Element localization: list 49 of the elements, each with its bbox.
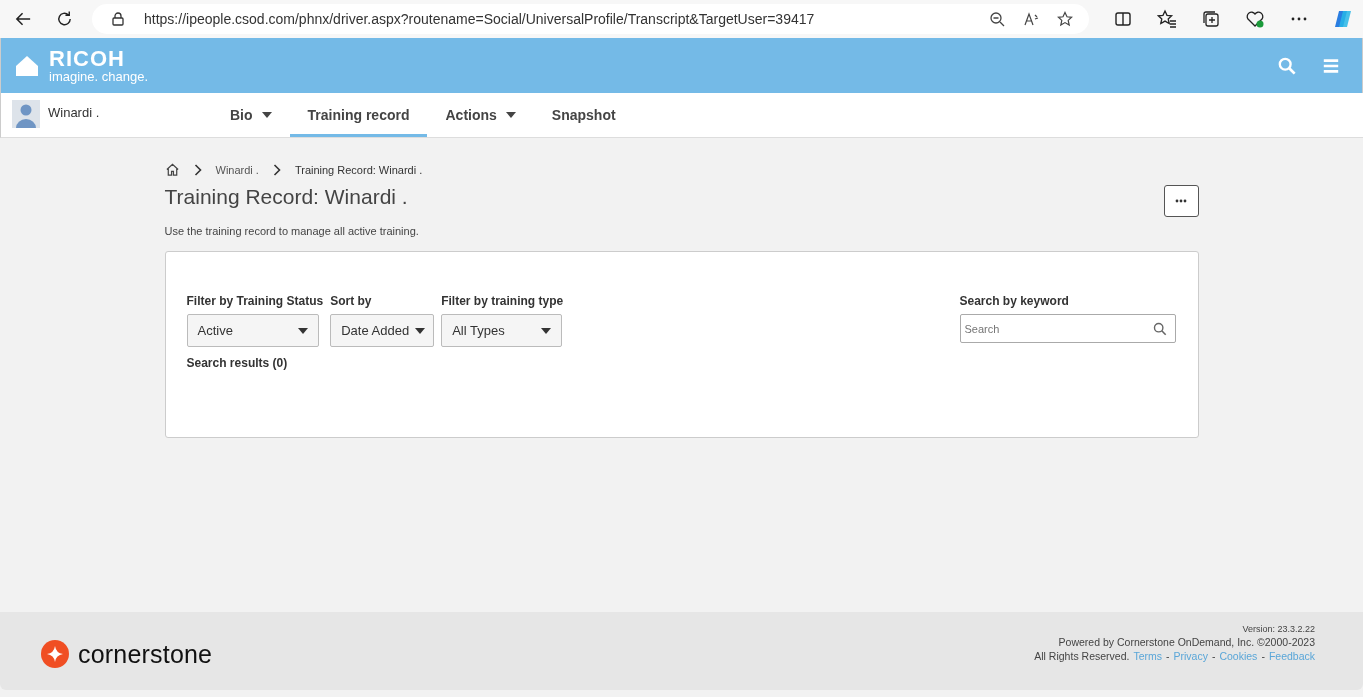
- filter-label: Sort by: [330, 294, 373, 308]
- breadcrumb-link[interactable]: Training Record: Winardi .: [294, 163, 423, 176]
- filter-label: Filter by Training Status: [186, 294, 324, 308]
- link-separator: -: [1261, 650, 1265, 662]
- dropdown-select[interactable]: All Types: [441, 314, 563, 347]
- address-bar[interactable]: https://ipeople.csod.com/phnx/driver.aspx?routename=Social/UniversalProfile/Transcript&TargetUser=39417: [92, 4, 1089, 34]
- page-description: Use the training record to manage all active training.: [164, 225, 420, 237]
- search-field[interactable]: Search: [959, 314, 1176, 343]
- brand-name: cornerstone: [78, 639, 213, 669]
- copilot-icon[interactable]: [1333, 9, 1353, 29]
- breadcrumb-link[interactable]: Winardi .: [215, 163, 259, 176]
- link-separator: -: [1166, 650, 1170, 662]
- health-icon[interactable]: [1245, 9, 1265, 29]
- dropdown-select[interactable]: Date Added: [330, 314, 435, 347]
- filter-label: Filter by training type: [441, 294, 564, 308]
- split-screen-icon[interactable]: [1113, 9, 1133, 29]
- more-options-button[interactable]: [1163, 185, 1199, 217]
- chevron-icon: [272, 163, 281, 176]
- cornerstone-logo-icon: [41, 640, 69, 668]
- chevron-icon: [193, 163, 202, 176]
- ellipsis-icon: [1175, 199, 1187, 203]
- home-icon[interactable]: [164, 162, 180, 177]
- search-results-count: Search results (0): [186, 356, 288, 370]
- url-text: https://ipeople.csod.com/phnx/driver.aspx?routename=Social/UniversalProfile/Transcript&TargetUser=39417: [144, 11, 816, 27]
- nav-tab[interactable]: Actions: [427, 96, 534, 137]
- search-icon[interactable]: [1152, 322, 1167, 336]
- collections-icon[interactable]: [1201, 9, 1221, 29]
- lock-icon: [110, 11, 126, 27]
- nav-tab[interactable]: Bio: [212, 96, 290, 137]
- powered-by-text: Powered by Cornerstone OnDemand, Inc. ©2000-2023: [1058, 636, 1315, 648]
- version-text: Version: 23.3.2.22: [1242, 624, 1315, 634]
- nav-tab[interactable]: Training record: [289, 96, 428, 137]
- dropdown-select[interactable]: Active: [186, 314, 319, 347]
- page-title: Training Record: Winardi .: [164, 185, 408, 209]
- avatar-icon: [12, 100, 40, 128]
- zoom-out-icon[interactable]: [989, 11, 1005, 27]
- search-label: Search by keyword: [959, 294, 1070, 308]
- logo-tagline: imagine. change.: [49, 70, 148, 83]
- read-aloud-icon[interactable]: [1023, 11, 1039, 27]
- profile-name: Winardi .: [48, 105, 100, 120]
- nav-tab[interactable]: Snapshot: [533, 96, 634, 137]
- rights-text: All Rights Reserved.: [1034, 650, 1130, 662]
- caret-icon: [541, 327, 552, 334]
- link-separator: -: [1211, 650, 1216, 662]
- star-icon[interactable]: [1057, 11, 1073, 27]
- favorites-icon[interactable]: [1157, 9, 1177, 29]
- logo-name: RICOH: [49, 48, 126, 70]
- caret-icon: [415, 327, 426, 334]
- caret-icon: [297, 327, 308, 334]
